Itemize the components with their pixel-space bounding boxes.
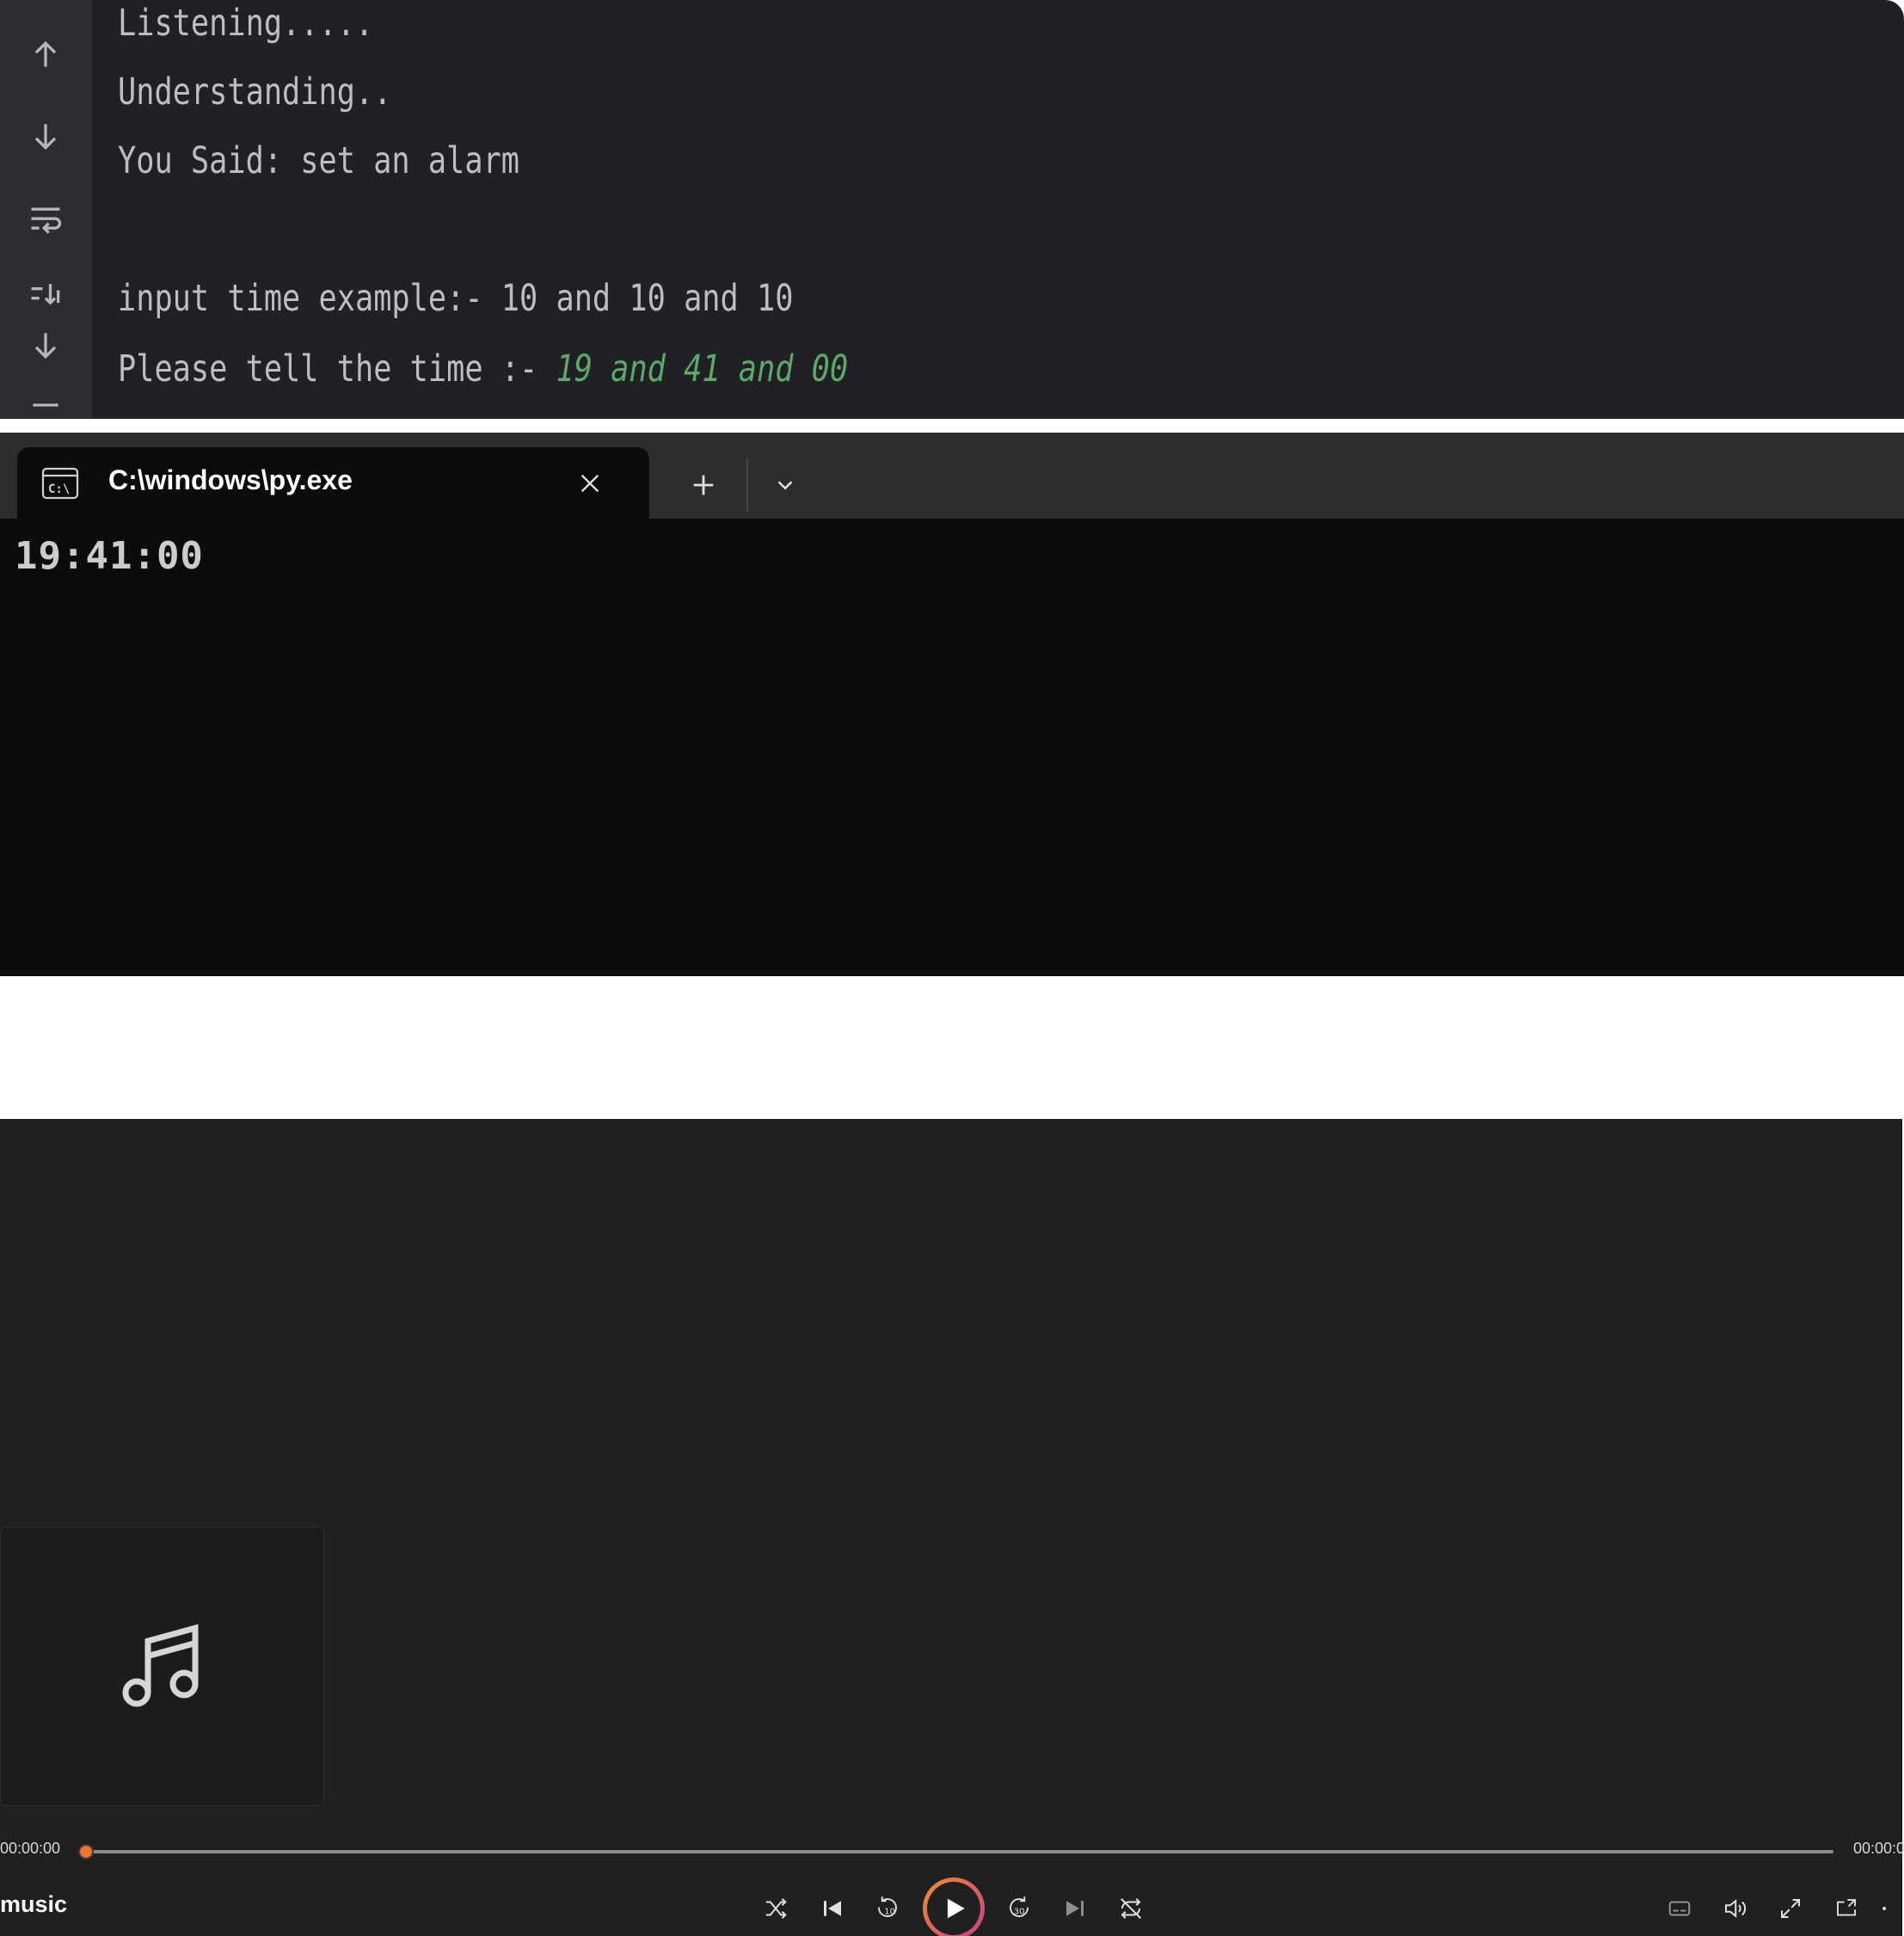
rewind-10-icon[interactable]: 10 [869,1890,906,1927]
arrow-up-icon[interactable] [23,32,68,77]
prompt-text: Please tell the time :- [118,347,556,390]
scroll-to-end-icon[interactable] [23,273,68,317]
more-options-icon[interactable] [1875,1890,1902,1927]
terminal-tab[interactable]: C:\ C:\windows\py.exe [17,447,649,519]
terminal-window: C:\ C:\windows\py.exe 19:41:00 [0,433,1904,976]
terminal-output: 19:41:00 [15,534,204,578]
fullscreen-icon[interactable] [1772,1890,1809,1927]
shuffle-icon[interactable] [757,1890,795,1927]
console-toolbar [0,0,92,419]
terminal-tab-bar: C:\ C:\windows\py.exe [0,433,1904,519]
svg-text:30: 30 [1014,1907,1025,1916]
console-prompt-line: Please tell the time :- 19 and 41 and 00 [118,347,848,390]
chevron-down-icon[interactable] [761,464,809,507]
music-note-icon [122,1623,198,1706]
mini-player-icon[interactable] [1827,1890,1865,1927]
previous-icon[interactable] [814,1890,851,1927]
seek-bar[interactable] [78,1839,1833,1865]
svg-text:10: 10 [884,1907,895,1916]
arrow-down-icon[interactable] [23,114,68,159]
new-tab-icon[interactable] [679,464,728,507]
total-time: 00:00:0 [1853,1840,1904,1857]
close-icon[interactable] [573,466,607,501]
menu-icon[interactable] [23,392,68,419]
forward-30-icon[interactable]: 30 [1000,1890,1038,1927]
repeat-off-icon[interactable] [1112,1890,1150,1927]
svg-text:C:\: C:\ [48,482,70,496]
tab-separator [746,458,748,512]
next-icon[interactable] [1056,1890,1094,1927]
console-line: input time example:- 10 and 10 and 10 [118,277,794,320]
console-line: Understanding.. [118,71,392,114]
media-title: music [0,1891,68,1917]
seek-thumb[interactable] [78,1844,94,1859]
download-arrow-icon[interactable] [23,323,68,368]
play-button[interactable] [923,1878,985,1936]
media-player: 00:00:00 00:00:0 music 10 30 [0,1119,1904,1936]
seek-track [86,1850,1833,1853]
album-art[interactable] [0,1527,324,1806]
console-line: You Said: set an alarm [118,139,520,182]
terminal-tab-title: C:\windows\py.exe [108,464,353,495]
ide-run-console: Listening..... Understanding.. You Said:… [0,0,1904,419]
console-line: Listening..... [118,2,374,45]
soft-wrap-icon[interactable] [23,198,68,243]
play-icon [927,1882,980,1935]
cmd-icon: C:\ [41,466,79,501]
captions-icon[interactable] [1661,1890,1698,1927]
user-input-text: 19 and 41 and 00 [556,347,849,390]
volume-icon[interactable] [1716,1890,1754,1927]
current-time: 00:00:00 [0,1840,61,1857]
